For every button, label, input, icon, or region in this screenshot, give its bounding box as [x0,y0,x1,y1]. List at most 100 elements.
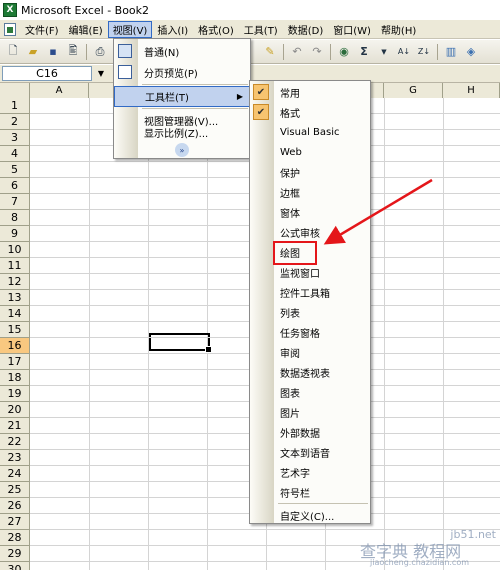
row-header-4[interactable]: 4 [0,146,30,162]
chart-wizard-icon[interactable]: ▥ [443,44,459,60]
row-header-1[interactable]: 1 [0,98,30,114]
menu-data[interactable]: 数据(D) [283,21,329,38]
toolbars-submenu-item[interactable]: 符号栏 [250,482,370,502]
row-header-12[interactable]: 12 [0,274,30,290]
row-header-17[interactable]: 17 [0,354,30,370]
watermark-sub: jiaocheng.chazidian.com [370,558,470,567]
toolbars-submenu-item[interactable]: Visual Basic [250,122,370,142]
row-header-21[interactable]: 21 [0,418,30,434]
watermark: jb51.net 查字典 教程网 jiaocheng.chazidian.com [360,528,500,570]
expand-menu-icon[interactable]: » [175,143,189,157]
row-header-26[interactable]: 26 [0,498,30,514]
row-header-8[interactable]: 8 [0,210,30,226]
row-header-25[interactable]: 25 [0,482,30,498]
toolbars-submenu-item[interactable]: 保护 [250,162,370,182]
toolbars-submenu-item[interactable]: 监视窗口 [250,262,370,282]
row-header-29[interactable]: 29 [0,546,30,562]
row-header-10[interactable]: 10 [0,242,30,258]
active-cell-c16[interactable] [149,333,212,353]
row-header-18[interactable]: 18 [0,370,30,386]
autosum-icon[interactable]: Σ [356,44,372,60]
menu-window[interactable]: 窗口(W) [328,21,376,38]
row-header-30[interactable]: 30 [0,562,30,570]
toolbars-submenu-item[interactable]: 窗体 [250,202,370,222]
toolbars-submenu-item[interactable]: 艺术字 [250,462,370,482]
row-header-20[interactable]: 20 [0,402,30,418]
toolbars-submenu-item[interactable]: 控件工具箱 [250,282,370,302]
menu-view[interactable]: 视图(V) [107,20,153,38]
toolbar-separator [330,43,331,60]
view-menu-item-toolbars[interactable]: 工具栏(T) ▶ [114,86,250,107]
toolbars-submenu-item-label: Web [280,146,302,158]
row-header-24[interactable]: 24 [0,466,30,482]
format-painter-icon[interactable]: ✎ [262,44,278,60]
row-header-16[interactable]: 16 [0,338,30,354]
menu-separator [278,503,368,504]
drawing-icon[interactable]: ◈ [463,44,479,60]
sort-descending-icon[interactable]: Z↓ [416,44,432,60]
column-header-h[interactable]: H [443,83,500,98]
sort-ascending-icon[interactable]: A↓ [396,44,412,60]
row-header-9[interactable]: 9 [0,226,30,242]
view-menu-item-zoom[interactable]: 显示比例(Z)... [114,122,250,143]
excel-app-icon[interactable]: X [3,3,17,17]
open-folder-icon[interactable]: ▰ [25,44,41,60]
print-icon[interactable]: ⎙ [92,44,108,60]
toolbars-submenu-item[interactable]: ✔ 常用 [250,82,370,102]
menu-insert[interactable]: 插入(I) [152,21,193,38]
toolbars-submenu-item-label: 图表 [280,388,300,400]
toolbars-submenu-item-label: 常用 [280,88,300,100]
row-header-27[interactable]: 27 [0,514,30,530]
toolbars-submenu-item-label: 任务窗格 [280,328,320,340]
new-file-icon[interactable]: 🗋 [5,44,21,60]
column-header-a[interactable]: A [30,83,89,98]
toolbars-submenu-item-label: 图片 [280,408,300,420]
toolbar-separator [283,43,284,60]
toolbars-submenu-item-label: 公式审核 [280,228,320,240]
row-header-6[interactable]: 6 [0,178,30,194]
row-header-19[interactable]: 19 [0,386,30,402]
toolbars-submenu-item[interactable]: 公式审核 [250,222,370,242]
row-header-23[interactable]: 23 [0,450,30,466]
toolbars-submenu-item[interactable]: 自定义(C)... [250,505,370,525]
redo-icon[interactable]: ↷ [309,44,325,60]
toolbars-submenu-item[interactable]: Web [250,142,370,162]
select-all-corner[interactable] [0,83,30,98]
toolbars-submenu-item[interactable]: 外部数据 [250,422,370,442]
row-header-15[interactable]: 15 [0,322,30,338]
menu-tools[interactable]: 工具(T) [239,21,283,38]
toolbars-submenu-item[interactable]: 图表 [250,382,370,402]
column-header-g[interactable]: G [384,83,443,98]
permission-icon[interactable]: 🖺 [65,44,81,60]
toolbars-submenu-item[interactable]: 文本到语音 [250,442,370,462]
row-header-28[interactable]: 28 [0,530,30,546]
row-header-7[interactable]: 7 [0,194,30,210]
toolbars-submenu-item[interactable]: 任务窗格 [250,322,370,342]
row-header-3[interactable]: 3 [0,130,30,146]
toolbars-submenu-item[interactable]: 图片 [250,402,370,422]
view-menu-item-normal[interactable]: 普通(N) [114,41,250,62]
toolbars-submenu-item[interactable]: 边框 [250,182,370,202]
row-header-22[interactable]: 22 [0,434,30,450]
menu-help[interactable]: 帮助(H) [376,21,421,38]
row-header-2[interactable]: 2 [0,114,30,130]
row-header-11[interactable]: 11 [0,258,30,274]
save-icon[interactable]: ▪ [45,44,61,60]
autosum-dropdown-icon[interactable]: ▼ [376,44,392,60]
toolbars-submenu-item[interactable]: 审阅 [250,342,370,362]
toolbars-submenu-item[interactable]: ✔ 格式 [250,102,370,122]
name-box-dropdown-icon[interactable]: ▼ [94,66,108,81]
toolbars-submenu-item[interactable]: 数据透视表 [250,362,370,382]
menu-format[interactable]: 格式(O) [193,21,239,38]
hyperlink-icon[interactable]: ◉ [336,44,352,60]
undo-icon[interactable]: ↶ [289,44,305,60]
toolbars-submenu-item[interactable]: 列表 [250,302,370,322]
name-box[interactable]: C16 [2,66,92,81]
row-header-14[interactable]: 14 [0,306,30,322]
row-header-13[interactable]: 13 [0,290,30,306]
row-header-5[interactable]: 5 [0,162,30,178]
view-menu-item-page-break-preview[interactable]: 分页预览(P) [114,62,250,83]
menu-file[interactable]: 文件(F) [20,21,64,38]
menu-edit[interactable]: 编辑(E) [64,21,108,38]
document-icon[interactable] [4,22,16,36]
